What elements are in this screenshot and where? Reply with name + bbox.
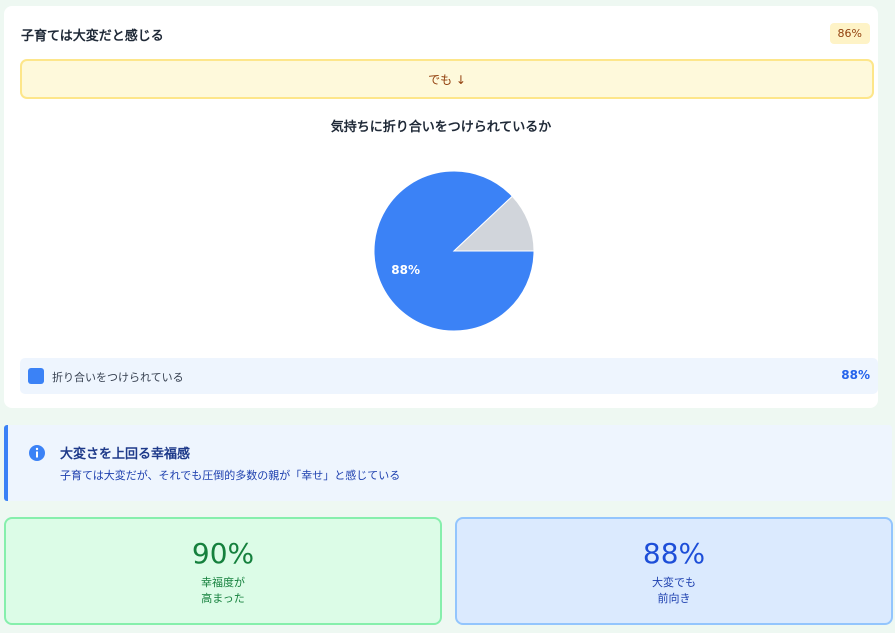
transition-note: でも ↓ bbox=[20, 59, 874, 99]
legend-value: 88% bbox=[841, 368, 870, 382]
stat-value: 90% bbox=[191, 537, 255, 570]
stat-card-positive: 88% 大変でも 前向き bbox=[455, 517, 893, 625]
stat-label-line2: 高まった bbox=[201, 592, 245, 605]
legend-swatch bbox=[28, 368, 44, 384]
pie-slice-label-0: 88% bbox=[391, 263, 420, 277]
percentage-badge: 86% bbox=[829, 23, 870, 44]
info-icon bbox=[29, 445, 45, 461]
stat-label-line2: 前向き bbox=[657, 592, 691, 605]
stat-value: 88% bbox=[642, 537, 706, 570]
card-title: 子育ては大変だと感じる bbox=[21, 29, 164, 44]
stat-label-line1: 幸福度が bbox=[201, 576, 245, 589]
survey-card: 子育ては大変だと感じる 86% でも ↓ 気持ちに折り合いをつけられているか 8… bbox=[4, 6, 878, 408]
info-text: 子育ては大変だが、それでも圧倒的多数の親が「幸せ」と感じている bbox=[60, 469, 401, 482]
legend-label: 折り合いをつけられている bbox=[52, 371, 184, 384]
stat-label-line1: 大変でも bbox=[652, 576, 696, 589]
legend-row: 折り合いをつけられている 88% bbox=[20, 358, 878, 394]
info-callout: 大変さを上回る幸福感 子育ては大変だが、それでも圧倒的多数の親が「幸せ」と感じて… bbox=[4, 425, 892, 501]
pie-chart: 88% bbox=[373, 170, 535, 332]
info-title: 大変さを上回る幸福感 bbox=[60, 447, 191, 462]
chart-title: 気持ちに折り合いをつけられているか bbox=[330, 120, 552, 135]
stat-card-happiness: 90% 幸福度が 高まった bbox=[4, 517, 442, 625]
